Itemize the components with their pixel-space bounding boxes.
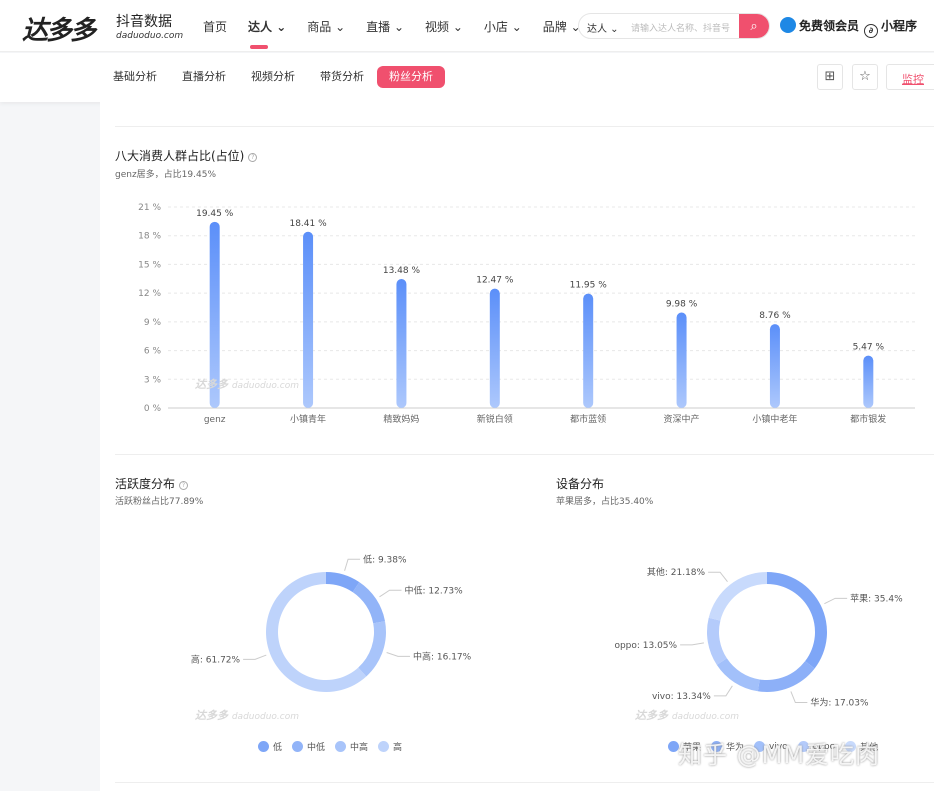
y-tick-label: 0 % — [144, 404, 162, 414]
label-line — [824, 597, 848, 605]
legend-item[interactable]: 中高 — [335, 740, 368, 753]
x-tick-label: 小镇青年 — [290, 413, 326, 425]
legend-dot-icon — [292, 741, 304, 752]
data-label: 12.47 % — [476, 276, 514, 286]
bar — [396, 278, 407, 408]
slice-label: vivo: 13.34% — [652, 692, 711, 702]
slice-label: 中低: 12.73% — [405, 584, 464, 596]
donut-slice — [708, 572, 767, 621]
bar — [583, 293, 594, 408]
y-tick-label: 15 % — [138, 260, 161, 270]
label-line — [790, 691, 808, 704]
x-tick-label: 都市蓝领 — [570, 413, 606, 425]
slice-label: oppo: 13.05% — [614, 641, 677, 651]
bar — [303, 231, 314, 408]
y-tick-label: 9 % — [144, 318, 162, 328]
slice-label: 高: 61.72% — [191, 653, 241, 665]
data-label: 11.95 % — [570, 281, 608, 291]
y-tick-label: 12 % — [138, 289, 161, 299]
y-tick-label: 6 % — [144, 347, 162, 357]
data-label: 5.47 % — [853, 343, 885, 353]
donut-slice — [716, 658, 760, 692]
y-tick-label: 18 % — [138, 232, 161, 242]
x-tick-label: 精致妈妈 — [383, 413, 419, 425]
slice-label: 低: 9.38% — [363, 553, 407, 565]
legend-item[interactable]: 中低 — [292, 740, 325, 753]
legend-dot-icon — [258, 741, 269, 752]
label-line — [386, 652, 410, 657]
label-line — [344, 558, 361, 571]
legend-dot-icon — [335, 741, 347, 752]
bar — [863, 355, 874, 408]
label-line — [379, 589, 402, 598]
data-label: 13.48 % — [383, 266, 421, 276]
label-line — [680, 642, 705, 646]
label-line — [243, 654, 267, 660]
data-label: 8.76 % — [759, 311, 791, 321]
overlay-watermark: 知乎 @MM爱吃肉 — [678, 741, 881, 769]
x-tick-label: genz — [204, 415, 226, 425]
x-tick-label: 新锐白领 — [477, 413, 513, 425]
legend-item[interactable]: 高 — [378, 740, 402, 753]
legend-item[interactable]: 低 — [258, 740, 282, 753]
slice-label: 其他: 21.18% — [647, 566, 706, 578]
y-tick-label: 21 % — [138, 203, 161, 213]
bar — [769, 324, 780, 408]
donut-slice — [757, 661, 815, 692]
donut-slice — [358, 621, 387, 677]
chart-watermark: 达多多 daduoduo.com — [195, 709, 300, 722]
donut-slice — [326, 572, 360, 593]
slice-label: 中高: 16.17% — [413, 650, 472, 662]
x-tick-label: 都市银发 — [850, 413, 886, 425]
slice-label: 苹果: 35.4% — [850, 592, 903, 604]
donut-slice — [707, 617, 727, 665]
label-line — [708, 571, 728, 582]
legend-dot-icon — [378, 741, 390, 752]
x-tick-label: 资深中产 — [664, 413, 700, 425]
donut-slice — [352, 582, 386, 624]
donut-slice — [767, 572, 827, 669]
data-label: 19.45 % — [196, 209, 234, 219]
y-tick-label: 3 % — [144, 375, 162, 385]
data-label: 9.98 % — [666, 299, 698, 309]
bar — [489, 288, 500, 408]
data-label: 18.41 % — [289, 219, 327, 229]
chart-watermark: 达多多 daduoduo.com — [635, 709, 740, 722]
x-tick-label: 小镇中老年 — [752, 413, 797, 425]
label-line — [713, 685, 733, 697]
charts-canvas: 0 % 3 % 6 % 9 % 12 % 15 % 18 % 21 % 19.45 % genz 1… — [138, 203, 915, 709]
bar — [676, 312, 687, 408]
chart-watermark: 达多多 daduoduo.com — [195, 378, 300, 391]
activity-legend: 低中低 中高高 — [258, 740, 412, 753]
slice-label: 华为: 17.03% — [810, 697, 869, 709]
